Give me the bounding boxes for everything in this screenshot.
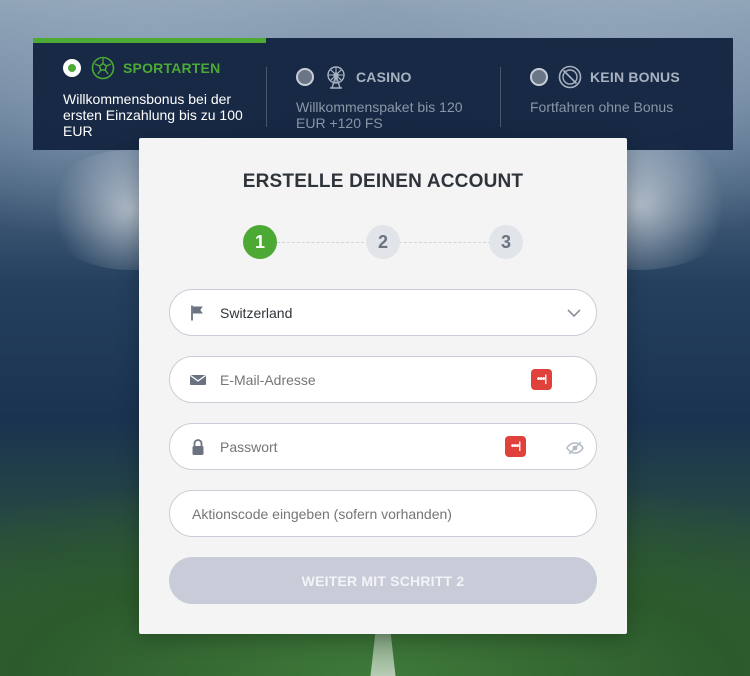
bonus-selector: SPORTARTEN Willkommensbonus bei der erst… [33,38,733,150]
bonus-option-description: Fortfahren ohne Bonus [530,99,674,115]
selected-indicator [33,38,266,43]
email-field[interactable]: •••| [169,356,597,403]
bonus-option-description: Willkommensbonus bei der ersten Einzahlu… [63,91,243,139]
step-connector [399,242,491,243]
bonus-option-title: CASINO [356,69,412,85]
form-title: ERSTELLE DEINEN ACCOUNT [242,171,524,192]
flag-icon [191,305,203,321]
step-2: 2 [366,225,400,259]
bonus-option-description: Willkommenspaket bis 120 EUR +120 FS [296,99,463,131]
bonus-option-no-bonus[interactable]: KEIN BONUS Fortfahren ohne Bonus [500,38,733,150]
country-select[interactable]: Switzerland [169,289,597,336]
eye-off-icon[interactable] [566,439,584,457]
registration-card: ERSTELLE DEINEN ACCOUNT 1 2 3 Switzerlan… [139,138,627,634]
chevron-down-icon[interactable] [566,305,582,321]
bonus-option-title: SPORTARTEN [123,60,221,76]
no-sign-icon [558,65,582,89]
promo-code-field[interactable] [169,490,597,537]
radio-casino[interactable] [296,68,314,86]
email-input[interactable] [220,372,520,388]
continue-button[interactable]: WEITER MIT SCHRITT 2 [169,557,597,604]
radio-no-bonus[interactable] [530,68,548,86]
step-3: 3 [489,225,523,259]
password-field[interactable]: •••| [169,423,597,470]
promo-code-input[interactable] [192,506,572,522]
envelope-icon [190,374,206,385]
password-input[interactable] [220,439,520,455]
radio-sports[interactable] [63,59,81,77]
country-value: Switzerland [220,305,293,321]
ferris-wheel-icon [327,66,345,89]
password-manager-icon[interactable]: •••| [505,436,526,457]
bonus-option-casino[interactable]: CASINO Willkommenspaket bis 120 EUR +120… [266,38,500,150]
password-manager-icon[interactable]: •••| [531,369,552,390]
bonus-option-sports[interactable]: SPORTARTEN Willkommensbonus bei der erst… [33,38,266,150]
bonus-option-title: KEIN BONUS [590,69,680,85]
lock-icon [192,439,204,455]
step-connector [277,242,369,243]
soccer-ball-icon [91,56,115,80]
step-1: 1 [243,225,277,259]
